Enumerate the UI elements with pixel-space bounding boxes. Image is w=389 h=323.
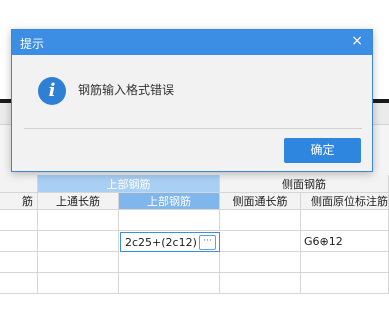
grid-cell[interactable] bbox=[220, 252, 301, 273]
grid-cell[interactable] bbox=[0, 210, 38, 231]
grid-cell[interactable] bbox=[38, 210, 119, 231]
info-icon: i bbox=[38, 77, 66, 105]
grid-cell[interactable] bbox=[119, 273, 220, 294]
close-icon[interactable]: × bbox=[351, 33, 363, 49]
dialog-title: 提示 bbox=[20, 37, 45, 51]
grid-cell[interactable] bbox=[0, 252, 38, 273]
grid-cell[interactable] bbox=[220, 273, 301, 294]
grid-cell[interactable] bbox=[220, 210, 301, 231]
dialog-titlebar[interactable]: 提示 × bbox=[12, 30, 372, 55]
dialog-divider bbox=[24, 128, 362, 129]
grid-cell[interactable] bbox=[119, 210, 220, 231]
top-rebar-cell-editor[interactable]: 2c25+(2c12) ··· bbox=[120, 232, 220, 252]
ellipsis-button[interactable]: ··· bbox=[199, 235, 216, 250]
error-dialog: 提示 × i 钢筋输入格式错误 确定 bbox=[11, 29, 373, 172]
top-rebar-value: 2c25+(2c12) bbox=[125, 235, 197, 249]
grid-cell[interactable] bbox=[38, 231, 119, 252]
column-header-partial[interactable]: 筋 bbox=[0, 193, 38, 210]
column-header-top-continuous[interactable]: 上通长筋 bbox=[38, 193, 119, 210]
grid-cell[interactable] bbox=[220, 231, 301, 252]
grid-cell[interactable] bbox=[119, 252, 220, 273]
grid-cell[interactable] bbox=[38, 252, 119, 273]
grid-cell[interactable] bbox=[301, 273, 389, 294]
grid-cell[interactable] bbox=[301, 210, 389, 231]
group-header-side-rebar[interactable]: 侧面钢筋 bbox=[220, 175, 389, 193]
side-original-cell[interactable]: G6⊕12 bbox=[301, 231, 389, 252]
grid-cell[interactable] bbox=[301, 252, 389, 273]
grid-cell[interactable] bbox=[38, 273, 119, 294]
grid-cell[interactable] bbox=[0, 231, 38, 252]
header-blank-left bbox=[0, 175, 38, 193]
column-header-side-original[interactable]: 侧面原位标注筋 bbox=[301, 193, 389, 210]
column-header-side-continuous[interactable]: 侧面通长筋 bbox=[220, 193, 301, 210]
column-header-top-rebar[interactable]: 上部钢筋 bbox=[119, 193, 220, 210]
grid-cell[interactable] bbox=[0, 273, 38, 294]
dialog-message: 钢筋输入格式错误 bbox=[78, 83, 175, 97]
ok-button[interactable]: 确定 bbox=[284, 138, 361, 163]
group-header-top-rebar[interactable]: 上部钢筋 bbox=[38, 175, 220, 193]
